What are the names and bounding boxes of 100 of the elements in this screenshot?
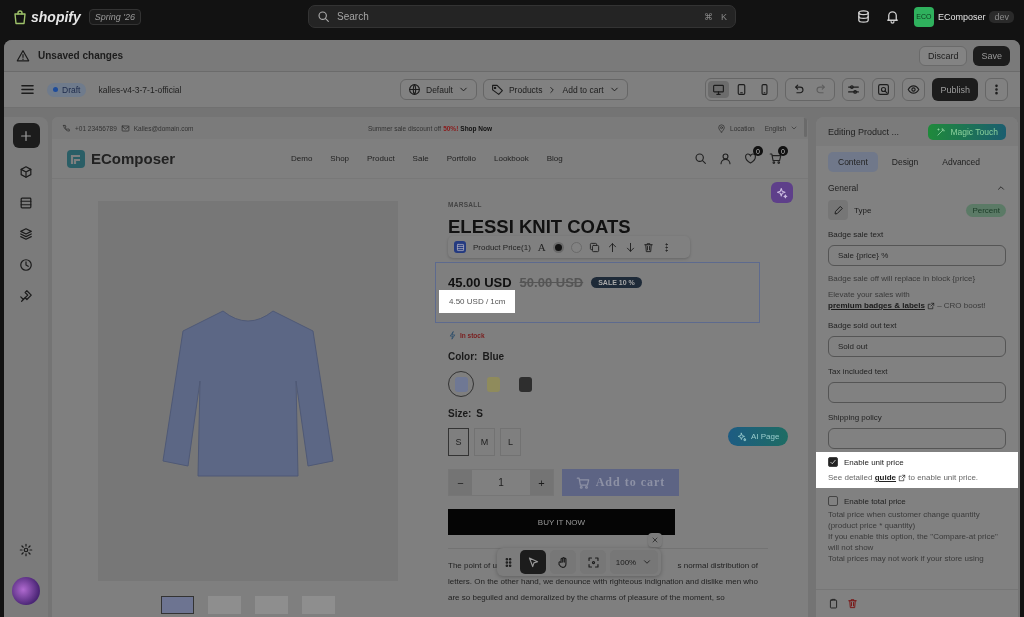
layout-icon[interactable] (19, 196, 33, 210)
size-option[interactable]: L (500, 428, 521, 456)
shortcut-key: K (721, 11, 728, 22)
nav-link[interactable]: Portfolio (446, 154, 476, 163)
sliders-icon (847, 83, 861, 96)
hand-icon (556, 555, 570, 569)
premium-badges-link[interactable]: premium badges & labels (828, 300, 935, 311)
option-value: S (476, 408, 483, 419)
panel-tab[interactable]: Advanced (932, 152, 991, 172)
field-label: Badge sold out text (828, 321, 898, 330)
clock-icon[interactable] (19, 258, 33, 272)
eye-icon (907, 83, 921, 96)
brand-name: EComposer (91, 150, 176, 167)
delete-icon[interactable] (847, 598, 858, 609)
search-field[interactable]: Search (335, 10, 699, 23)
move-up-icon[interactable] (606, 241, 618, 253)
ai-page-button[interactable]: AI Page (728, 427, 789, 446)
text-field[interactable]: Sold out (828, 336, 1006, 357)
inspect-button[interactable] (872, 78, 896, 101)
text-color-swatch[interactable] (552, 241, 564, 253)
search-bar[interactable]: Search ⌘ K (308, 5, 737, 28)
discard-button[interactable]: Discard (918, 45, 968, 66)
status-badge: Draft (47, 82, 87, 97)
cart-icon (575, 475, 590, 490)
dev-badge: dev (989, 10, 1014, 23)
focus-tool-button[interactable] (580, 550, 606, 574)
desktop-view-button[interactable] (708, 81, 730, 98)
sparkle-icon (776, 186, 788, 199)
section-header[interactable]: General (828, 183, 1006, 193)
focus-icon (586, 555, 600, 569)
brand-mark-icon (66, 148, 86, 169)
assistant-orb[interactable] (12, 577, 40, 605)
save-button[interactable]: Save (973, 45, 1010, 66)
panel-tab[interactable]: Content (828, 152, 878, 172)
nav-link[interactable]: Demo (291, 154, 313, 163)
size-option[interactable]: S (448, 428, 469, 456)
publish-button[interactable]: Publish (932, 78, 978, 101)
undo-icon (792, 83, 806, 96)
nav-link[interactable]: Lookbook (494, 154, 529, 163)
panel-tab[interactable]: Design (881, 152, 929, 172)
text-field[interactable]: Sale {price} % (828, 245, 1006, 266)
account-icon[interactable] (719, 152, 732, 165)
hand-tool-button[interactable] (550, 550, 576, 574)
menu-icon[interactable] (20, 82, 35, 97)
move-down-icon[interactable] (624, 241, 636, 253)
brush-icon[interactable] (19, 289, 33, 303)
cart-icon[interactable] (769, 152, 782, 165)
mail-icon (120, 123, 130, 133)
duplicate-icon[interactable] (588, 241, 600, 253)
cube-icon[interactable] (19, 165, 33, 179)
external-link-icon (926, 301, 935, 310)
ai-sparkle-button[interactable] (771, 182, 793, 203)
preview-button[interactable] (902, 78, 926, 101)
text-format-button[interactable]: A (537, 241, 546, 253)
background-color-swatch[interactable] (570, 241, 582, 253)
pointer-tool-button[interactable] (520, 550, 546, 574)
sale-price: 45.00 USD (448, 275, 512, 290)
checkbox[interactable] (828, 457, 838, 467)
notification-bell-icon[interactable] (884, 9, 900, 24)
wishlist-heart-icon[interactable] (744, 152, 757, 165)
unit-price: 4.50 USD / 1cm (439, 290, 516, 313)
field-label: Shipping policy (828, 413, 883, 422)
edition-badge: Spring '26 (88, 8, 142, 25)
layers-icon[interactable] (19, 227, 33, 241)
pencil-icon (832, 204, 844, 216)
search-icon[interactable] (694, 152, 707, 165)
clipboard-icon[interactable] (828, 598, 839, 609)
template-dropdown[interactable]: Default (400, 79, 477, 100)
chevron-down-icon (790, 124, 798, 132)
thumbnail[interactable] (161, 596, 194, 614)
more-button[interactable] (985, 78, 1008, 101)
shortcut-key: ⌘ (704, 11, 713, 22)
database-icon[interactable] (855, 9, 871, 24)
search-icon (317, 10, 331, 23)
buy-now-button[interactable]: BUY IT NOW (448, 509, 675, 535)
checkmark-icon (829, 458, 837, 466)
text-field[interactable] (828, 428, 1006, 449)
magic-touch-button[interactable]: Magic Touch (928, 123, 1006, 140)
zoom-dropdown[interactable]: 100% (610, 550, 658, 574)
nav-link[interactable]: Blog (546, 154, 563, 163)
nav-link[interactable]: Product (367, 154, 395, 163)
close-button[interactable] (648, 533, 662, 547)
tag-icon (490, 83, 504, 96)
nav-link[interactable]: Shop (330, 154, 350, 163)
settings-button[interactable] (842, 78, 866, 101)
nav-link[interactable]: Sale (412, 154, 429, 163)
page-dropdown[interactable]: Products Add to cart (482, 79, 628, 100)
globe-icon (408, 83, 421, 96)
external-link-icon (898, 473, 907, 482)
add-element-button[interactable] (12, 123, 40, 148)
checkbox[interactable] (828, 496, 838, 506)
text-field[interactable] (828, 382, 1006, 403)
delete-icon[interactable] (642, 241, 654, 253)
checkbox-option[interactable]: Enable unit price (828, 457, 1006, 467)
size-option[interactable]: M (474, 428, 495, 456)
edit-type-button[interactable] (828, 200, 848, 220)
checkbox-option[interactable]: Enable total price (828, 496, 1006, 506)
warning-icon (16, 48, 30, 63)
option-value: Blue (482, 351, 505, 362)
guide-link[interactable]: guide (874, 472, 907, 483)
